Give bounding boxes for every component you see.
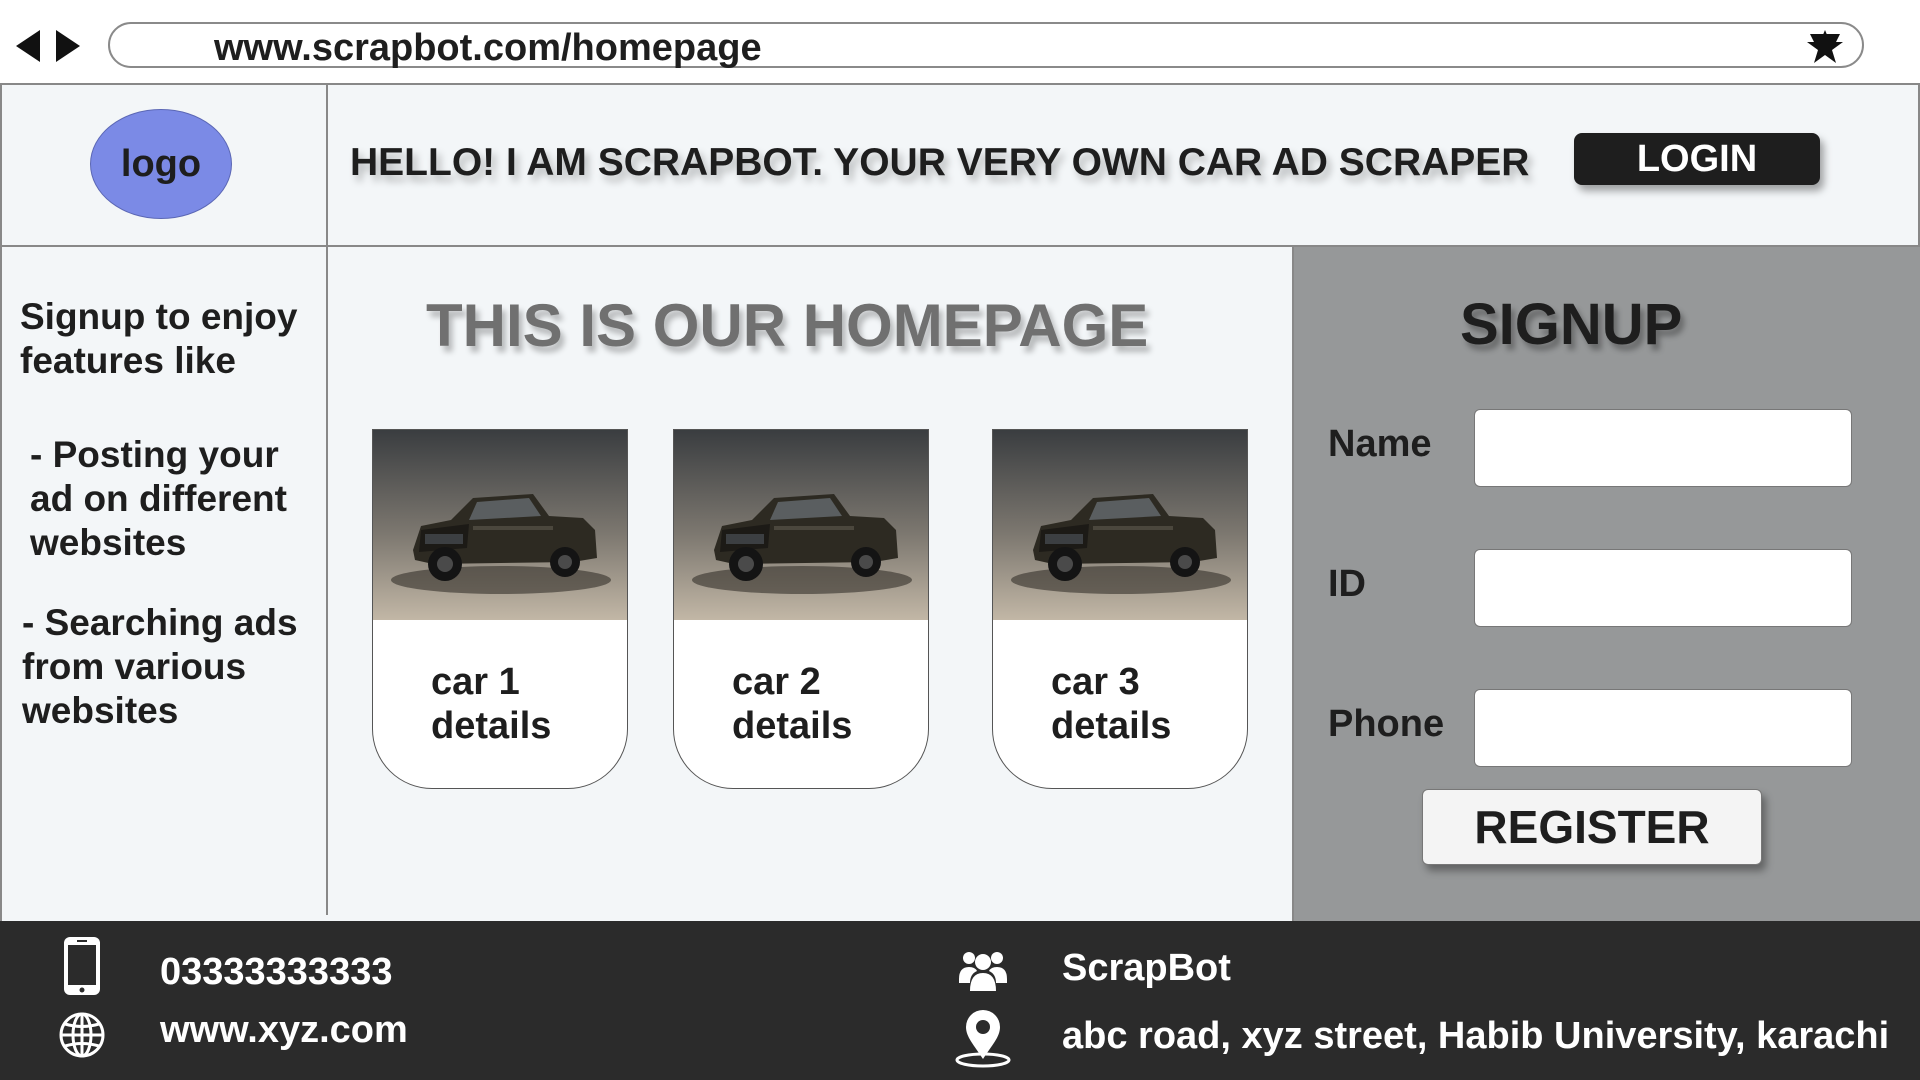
feature-line: from various [22,646,247,687]
car-card-subtitle: details [1051,705,1172,747]
feature-line: - Searching ads [22,602,298,643]
feature-line: websites [30,522,187,563]
footer-phone: 03333333333 [160,951,393,993]
globe-icon [59,1012,105,1058]
feature-line: - Posting your [30,434,279,475]
welcome-heading: HELLO! I AM SCRAPBOT. YOUR VERY OWN CAR … [350,141,1530,184]
arrow-left-icon[interactable] [14,28,42,64]
car-image [674,430,929,620]
feature-line: ad on different [30,478,287,519]
url-text[interactable]: www.scrapbot.com/homepage [214,27,762,70]
page-body: logo HELLO! I AM SCRAPBOT. YOUR VERY OWN… [0,83,1920,921]
phone-label: Phone [1328,703,1445,745]
star-icon[interactable] [1806,28,1844,64]
site-header: logo HELLO! I AM SCRAPBOT. YOUR VERY OWN… [2,85,1918,247]
id-field[interactable] [1474,549,1852,627]
id-label: ID [1328,563,1366,605]
feature-line: websites [22,690,179,731]
car-card-text: car 3 details [1051,660,1171,748]
sidebar-intro-line: Signup to enjoy [20,296,298,337]
name-label: Name [1328,423,1432,465]
feature-searching: - Searching ads from various websites [22,601,298,733]
site-footer: 03333333333 www.xyz.com ScrapBot abc roa… [0,921,1920,1080]
sidebar: Signup to enjoy features like - Posting … [2,247,328,915]
car-card-2[interactable]: car 2 details [673,429,929,789]
car-card-text: car 1 details [431,660,551,748]
sidebar-intro: Signup to enjoy features like [20,295,297,383]
car-card-subtitle: details [431,705,552,747]
footer-address: abc road, xyz street, Habib University, … [1062,1015,1890,1057]
logo-cell: logo [2,85,328,245]
car-card-title: car 1 [431,661,520,703]
sidebar-intro-line: features like [20,340,236,381]
signup-title: SIGNUP [1460,292,1683,357]
footer-website-link[interactable]: www.xyz.com [160,1009,408,1052]
address-bar[interactable]: www.scrapbot.com/homepage [108,22,1864,70]
location-pin-icon [955,1010,1011,1068]
group-icon [959,952,1007,991]
name-field[interactable] [1474,409,1852,487]
logo[interactable]: logo [90,109,232,219]
car-card-subtitle: details [732,705,853,747]
footer-brand: ScrapBot [1062,947,1231,989]
car-image [993,430,1248,620]
car-card-3[interactable]: car 3 details [992,429,1248,789]
car-card-title: car 3 [1051,661,1140,703]
register-button[interactable]: REGISTER [1422,789,1762,865]
car-card-text: car 2 details [732,660,852,748]
car-card-1[interactable]: car 1 details [372,429,628,789]
car-image [373,430,628,620]
feature-posting: - Posting your ad on different websites [30,433,287,565]
main-content: THIS IS OUR HOMEPAGE car 1 details car 2… [330,247,1294,921]
login-button[interactable]: LOGIN [1574,133,1820,185]
mobile-phone-icon [64,937,100,995]
signup-panel: SIGNUP Name ID Phone REGISTER [1292,247,1920,921]
arrow-right-icon[interactable] [54,28,82,64]
phone-field[interactable] [1474,689,1852,767]
car-card-title: car 2 [732,661,821,703]
page-title: THIS IS OUR HOMEPAGE [426,292,1149,359]
browser-chrome: www.scrapbot.com/homepage [0,0,1920,84]
